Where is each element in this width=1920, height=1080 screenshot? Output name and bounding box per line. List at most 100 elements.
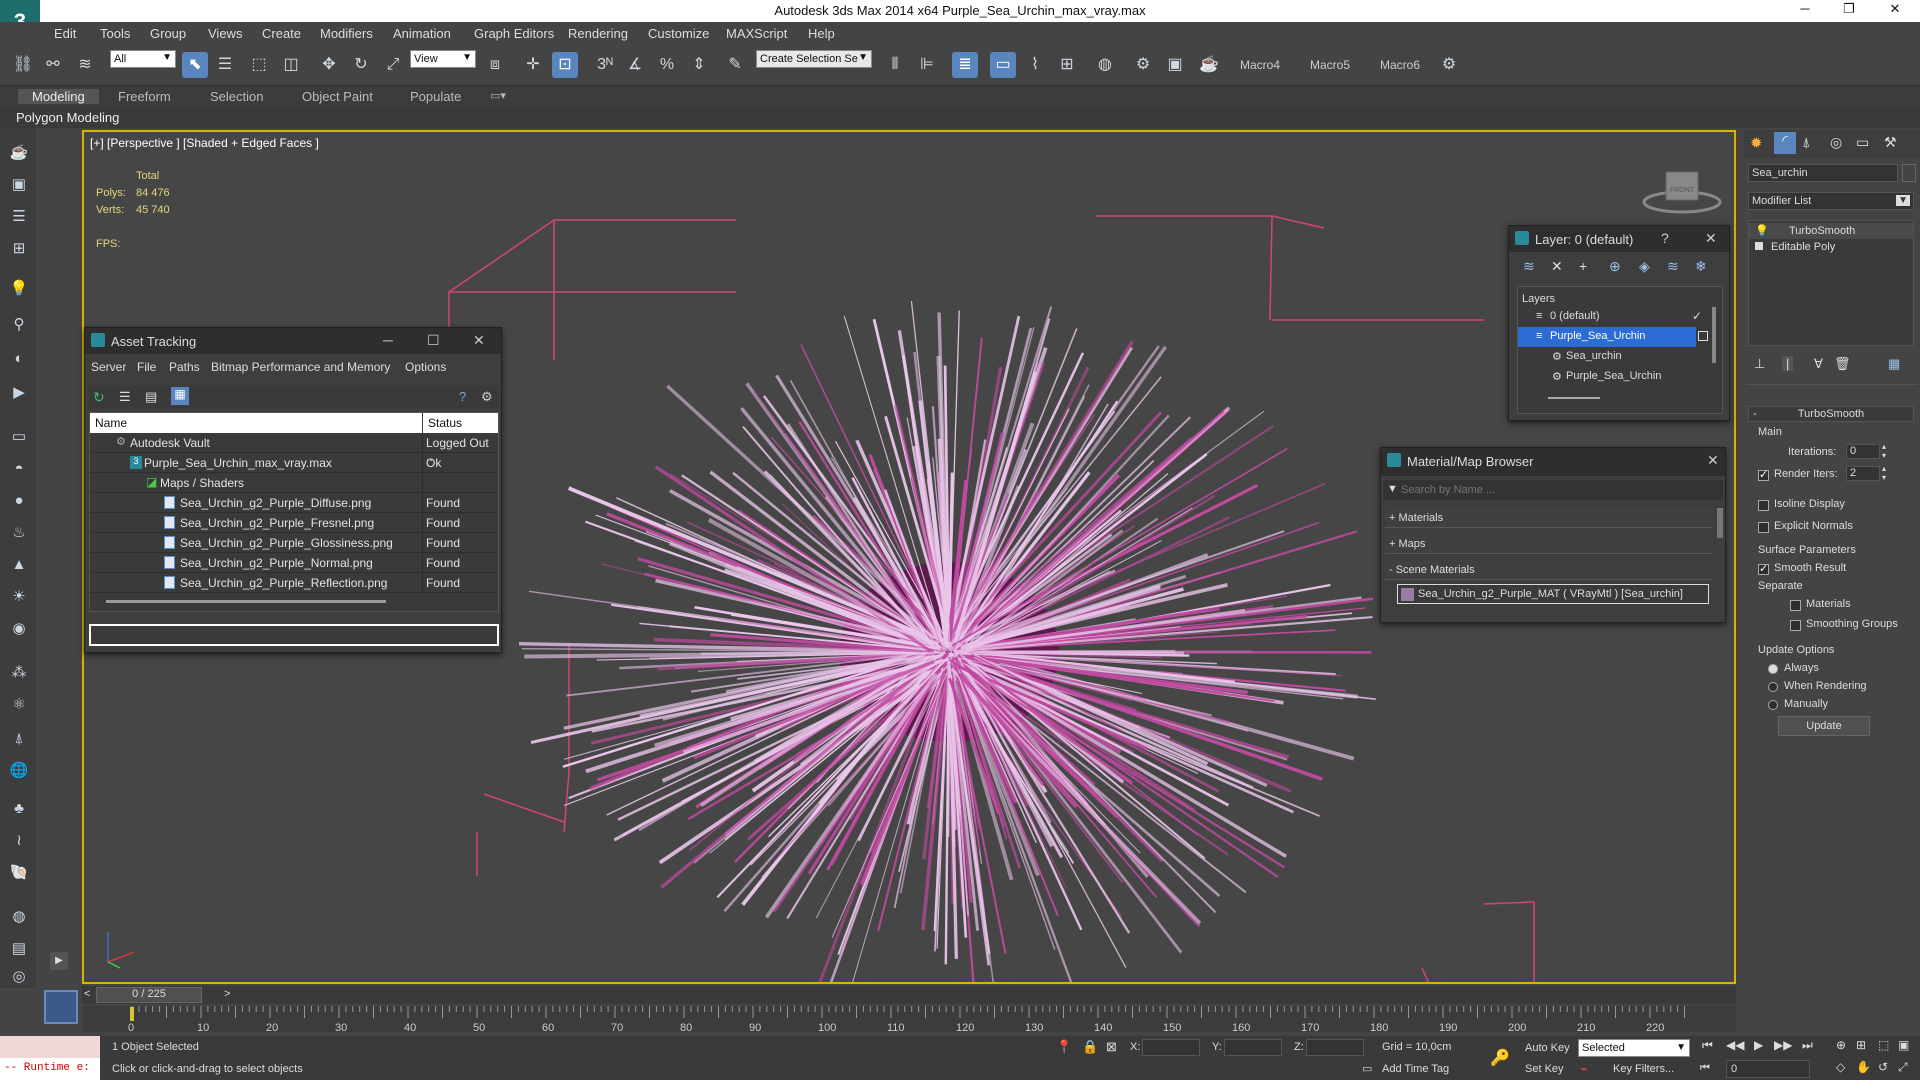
menu-views[interactable]: Views [208, 26, 242, 41]
lightbulb-icon[interactable]: 💡 [8, 278, 30, 300]
current-frame-field[interactable]: 0 [1726, 1060, 1810, 1078]
menu-maxscript[interactable]: MAXScript [726, 26, 787, 41]
select-and-scale-icon[interactable]: ⤢ [380, 52, 406, 78]
turbosmooth-rollout-header[interactable]: - TurboSmooth [1748, 406, 1914, 422]
layer-object-item[interactable]: ⚙ Purple_Sea_Urchin [1518, 367, 1708, 387]
stack-item[interactable]: Editable Poly [1749, 239, 1913, 255]
gizmo-icon[interactable]: ⚲ [8, 314, 30, 336]
mini-listener-output[interactable]: -- Runtime e: [0, 1058, 100, 1080]
unlink-icon[interactable]: ⚯ [40, 52, 66, 78]
table-row[interactable]: Sea_Urchin_g2_Purple_Fresnel.png Found [90, 513, 498, 533]
minimize-icon[interactable]: ─ [383, 332, 393, 348]
edit-named-selection-icon[interactable]: ✎ [722, 52, 748, 78]
material-search-bar[interactable]: ▼ [1383, 480, 1723, 500]
globe-icon[interactable]: 🌐 [8, 760, 30, 782]
selection-filter-dropdown[interactable]: All ▼ [110, 50, 176, 68]
table-row[interactable]: 3 Purple_Sea_Urchin_max_vray.max Ok [90, 453, 498, 473]
zoom-all-icon[interactable]: ⊞ [1856, 1038, 1866, 1052]
menu-modifiers[interactable]: Modifiers [320, 26, 373, 41]
particle-icon[interactable]: ⁂ [8, 662, 30, 684]
always-radio[interactable] [1768, 664, 1778, 674]
zoom-extents-all-icon[interactable]: ▣ [1898, 1038, 1909, 1052]
lock-selection-icon[interactable]: 🔒 [1082, 1039, 1098, 1055]
table-row[interactable]: Sea_Urchin_g2_Purple_Diffuse.png Found [90, 493, 498, 513]
mirror-icon[interactable]: ⫴ [882, 52, 908, 78]
snaps-toggle-icon[interactable]: 3ᴺ [592, 52, 618, 78]
tab-modeling[interactable]: Modeling [18, 89, 99, 104]
asset-menu-file[interactable]: File [137, 360, 156, 374]
group-scene-materials[interactable]: - Scene Materials [1385, 560, 1713, 580]
isolate-selection-icon[interactable]: 📍 [1056, 1039, 1072, 1055]
asset-menu-options[interactable]: Options [405, 360, 446, 374]
close-icon[interactable]: ✕ [1705, 230, 1717, 247]
explicit-normals-checkbox[interactable] [1758, 522, 1769, 533]
set-key-button[interactable]: Set Key [1522, 1060, 1574, 1078]
reference-coordinate-dropdown[interactable]: View ▼ [410, 50, 476, 68]
curve-editor-icon[interactable]: ⌇ [1022, 52, 1048, 78]
pivot-center-icon[interactable]: ⧈ [482, 52, 508, 78]
asset-tracking-titlebar[interactable]: Asset Tracking ─ ☐ ✕ [85, 328, 501, 354]
mini-listener-toggle[interactable] [44, 990, 78, 1024]
filter-icon[interactable]: ▼ [1387, 483, 1398, 495]
ball-icon[interactable]: ◉ [8, 618, 30, 640]
x-coordinate-field[interactable] [1142, 1039, 1200, 1056]
close-icon[interactable]: ✕ [473, 332, 485, 349]
column-status[interactable]: Status [423, 413, 498, 433]
render-sphere-icon[interactable]: ◍ [8, 906, 30, 928]
delete-layer-icon[interactable]: ✕ [1551, 258, 1563, 275]
align-icon[interactable]: ⊫ [914, 52, 940, 78]
y-coordinate-field[interactable] [1224, 1039, 1282, 1056]
hair-icon[interactable]: ≀ [8, 830, 30, 852]
macro6-button[interactable]: Macro6 [1380, 58, 1420, 72]
shell-icon[interactable]: 🐚 [8, 862, 30, 884]
freeze-all-icon[interactable]: ❄ [1695, 258, 1707, 275]
table-view-icon[interactable]: ▦ [171, 387, 189, 405]
isoline-display-checkbox[interactable] [1758, 500, 1769, 511]
settings-icon[interactable]: ⚙ [481, 389, 493, 405]
modify-tab-icon[interactable]: ◜ [1774, 132, 1796, 154]
make-unique-icon[interactable]: ∀ [1814, 356, 1823, 372]
select-and-link-icon[interactable]: ⛓ [10, 52, 36, 78]
render-iters-spinner[interactable]: 2 [1846, 466, 1880, 481]
orbit-icon[interactable]: ↺ [1878, 1060, 1888, 1074]
menu-help[interactable]: Help [808, 26, 835, 41]
sea-urchin-model[interactable] [518, 300, 1376, 984]
table-row[interactable]: ◪ Maps / Shaders [90, 473, 498, 493]
layer-titlebar[interactable]: Layer: 0 (default) ? ✕ [1509, 226, 1729, 252]
time-next-icon[interactable]: > [224, 988, 230, 1000]
utilities-tab-icon[interactable]: ⚒ [1884, 134, 1897, 151]
asset-menu-bitmap-performance[interactable]: Bitmap Performance and Memory [211, 360, 390, 374]
tab-populate[interactable]: Populate [410, 89, 461, 104]
tab-object-paint[interactable]: Object Paint [302, 89, 373, 104]
time-prev-icon[interactable]: < [84, 988, 90, 1000]
help-icon[interactable]: ? [459, 389, 466, 404]
close-button[interactable]: ✕ [1880, 1, 1910, 21]
render-production-icon[interactable]: ☕ [1196, 52, 1222, 78]
macro5-button[interactable]: Macro5 [1310, 58, 1350, 72]
select-and-manipulate-icon[interactable]: ✛ [520, 52, 546, 78]
window-crossing-icon[interactable]: ◫ [278, 52, 304, 78]
key-mode-icon[interactable]: ⏮ [1700, 1062, 1710, 1075]
group-materials[interactable]: + Materials [1385, 508, 1713, 528]
show-end-result-icon[interactable]: | [1782, 356, 1794, 371]
key-set-dropdown[interactable]: Selected ▼ [1578, 1039, 1690, 1057]
column-name[interactable]: Name [90, 413, 422, 433]
maximize-icon[interactable]: ☐ [427, 332, 440, 349]
material-editor-icon[interactable]: ◍ [1092, 52, 1118, 78]
macro4-button[interactable]: Macro4 [1240, 58, 1280, 72]
maximize-viewport-icon[interactable]: ⤢ [1898, 1060, 1908, 1075]
layer-manager-icon[interactable]: ≣ [952, 52, 978, 78]
graphite-ribbon-icon[interactable]: ▭ [990, 52, 1016, 78]
separate-smoothing-groups-checkbox[interactable] [1790, 620, 1801, 631]
motion-tab-icon[interactable]: ◎ [1830, 134, 1842, 151]
configure-sets-icon[interactable]: ▦ [1888, 356, 1900, 372]
table-row[interactable]: Sea_Urchin_g2_Purple_Glossiness.png Foun… [90, 533, 498, 553]
select-and-rotate-icon[interactable]: ↻ [348, 52, 374, 78]
material-search-input[interactable] [1401, 482, 1717, 498]
previous-frame-icon[interactable]: ◀◀ [1726, 1038, 1744, 1052]
go-to-end-icon[interactable]: ⏭ [1802, 1038, 1813, 1053]
viewcube[interactable]: FRONT [1642, 171, 1722, 214]
rendered-frame-window-icon[interactable]: ▣ [1162, 52, 1188, 78]
teapot-icon[interactable]: ☕ [8, 142, 30, 164]
pin-stack-icon[interactable]: ⊥ [1754, 356, 1765, 372]
